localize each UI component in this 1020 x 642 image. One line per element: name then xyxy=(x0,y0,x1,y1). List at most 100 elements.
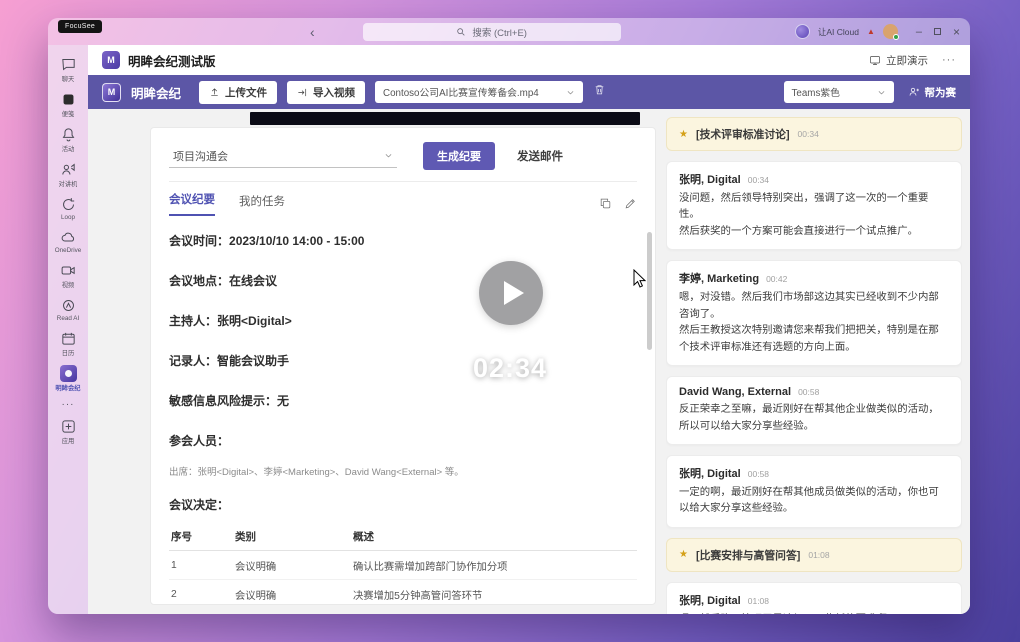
transcript-message[interactable]: 李婷, Marketing00:42 嗯，对没错。然后我们市场部这边其实已经收到… xyxy=(666,260,962,366)
chevron-down-icon xyxy=(384,151,393,160)
toolbar-app-name: 明眸会纪 xyxy=(131,83,181,102)
transcript-message[interactable]: 张明, Digital00:34 没问题，然后领导特别突出，强调了这一次的一个重… xyxy=(666,161,962,250)
transcript-message[interactable]: David Wang, External00:58 反正荣幸之至嘛，最近刚好在帮… xyxy=(666,376,962,445)
chevron-down-icon xyxy=(877,88,886,97)
sidebar-item-loop[interactable]: Loop xyxy=(49,194,87,223)
video-player-top-bar xyxy=(250,112,640,125)
delete-file-button[interactable] xyxy=(593,83,606,101)
warning-icon: ▲ xyxy=(867,27,875,36)
sidebar-item-notes[interactable]: 便笺 xyxy=(49,89,87,120)
sidebar-item-calendar[interactable]: 日历 xyxy=(49,328,87,359)
minimize-button[interactable]: – xyxy=(916,26,922,38)
bell-icon xyxy=(60,126,77,143)
chat-icon xyxy=(60,56,77,73)
upload-file-button[interactable]: 上传文件 xyxy=(199,81,277,104)
loop-icon xyxy=(60,196,77,213)
sidebar-item-onedrive[interactable]: OneDrive xyxy=(49,227,87,256)
scrollbar-thumb[interactable] xyxy=(647,232,652,350)
transcript-panel: ★ [技术评审标准讨论] 00:34 张明, Digital00:34 没问题，… xyxy=(666,117,962,614)
transcript-message[interactable]: 张明, Digital00:58 一定的啊，最近刚好在帮其他成员做类似的活动，你… xyxy=(666,455,962,528)
window-titlebar: ‹ 搜索 (Ctrl+E) 让AI Cloud ▲ – × xyxy=(48,18,970,45)
chevron-down-icon xyxy=(566,88,575,97)
play-button[interactable] xyxy=(479,261,543,325)
demo-button[interactable]: 立即演示 xyxy=(869,53,928,68)
mingmou-app-icon xyxy=(60,365,77,382)
mouse-cursor xyxy=(633,269,647,289)
upload-icon xyxy=(209,87,220,98)
cloud-app-icon[interactable] xyxy=(795,24,810,39)
read-ai-icon xyxy=(60,297,77,314)
sidebar-item-walkie-talkie[interactable]: 对讲机 xyxy=(49,159,87,190)
attendees-heading: 参会人员： xyxy=(169,432,637,449)
maximize-button[interactable] xyxy=(934,28,941,35)
decisions-heading: 会议决定： xyxy=(169,496,637,513)
avatar[interactable] xyxy=(883,24,898,39)
walkie-talkie-icon xyxy=(60,161,77,178)
cloud-app-label: 让AI Cloud xyxy=(818,26,859,38)
col-header-category: 类别 xyxy=(233,523,351,551)
search-input[interactable]: 搜索 (Ctrl+E) xyxy=(363,23,621,41)
tab-meeting-minutes[interactable]: 会议纪要 xyxy=(169,191,215,216)
col-header-no: 序号 xyxy=(169,523,233,551)
app-logo-icon: M xyxy=(102,51,120,69)
meeting-time-line: 会议时间：2023/10/10 14:00 - 15:00 xyxy=(169,232,637,249)
transcript-message[interactable]: 张明, Digital01:08 嗯，然后昨天管理层是追加了一些新的要求啊。 xyxy=(666,582,962,614)
chapter-card[interactable]: ★ [技术评审标准讨论] 00:34 xyxy=(666,117,962,151)
star-icon: ★ xyxy=(679,129,688,140)
send-email-button[interactable]: 发送邮件 xyxy=(517,148,563,164)
sidebar-item-activity[interactable]: 活动 xyxy=(49,124,87,155)
status-dot xyxy=(893,34,899,40)
play-icon xyxy=(504,281,524,305)
theme-dropdown[interactable]: Teams紫色 xyxy=(784,81,894,103)
generate-minutes-button[interactable]: 生成纪要 xyxy=(423,142,495,170)
chapter-card[interactable]: ★ [比赛安排与高管问答] 01:08 xyxy=(666,538,962,572)
video-camera-icon xyxy=(60,262,77,279)
meeting-location-line: 会议地点：在线会议 xyxy=(169,272,637,289)
decisions-table: 序号 类别 概述 1会议明确确认比赛需增加跨部门协作加分项 2会议明确决赛增加5… xyxy=(169,523,637,605)
sensitive-info-line: 敏感信息风险提示：无 xyxy=(169,392,637,409)
app-toolbar: M 明眸会纪 上传文件 导入视频 Contoso公司AI比赛宣传筹备会.mp4 xyxy=(88,75,970,109)
notes-icon xyxy=(60,91,77,108)
sidebar: 聊天 便笺 活动 对讲机 Loop OneDrive xyxy=(48,45,88,614)
import-icon xyxy=(297,87,308,98)
teams-window: ‹ 搜索 (Ctrl+E) 让AI Cloud ▲ – × 聊天 xyxy=(48,18,970,614)
col-header-summary: 概述 xyxy=(351,523,637,551)
file-dropdown[interactable]: Contoso公司AI比赛宣传筹备会.mp4 xyxy=(375,81,583,103)
meeting-minutes-panel: 项目沟通会 生成纪要 发送邮件 会议纪要 我的任务 xyxy=(150,127,656,605)
video-timestamp: 02:34 xyxy=(440,353,580,384)
tab-my-tasks[interactable]: 我的任务 xyxy=(239,193,285,216)
more-options-icon[interactable]: ··· xyxy=(942,54,956,66)
meeting-host-line: 主持人：张明<Digital> xyxy=(169,312,637,329)
calendar-icon xyxy=(60,330,77,347)
app-title: 明眸会纪测试版 xyxy=(128,51,869,70)
sidebar-item-apps[interactable]: 应用 xyxy=(49,416,87,447)
attendees-note: 出席：张明<Digital>、李婷<Marketing>、David Wang<… xyxy=(169,464,637,478)
present-icon xyxy=(869,54,881,66)
table-row: 2会议明确决赛增加5分钟高管问答环节 xyxy=(169,580,637,606)
sidebar-item-more[interactable]: ··· xyxy=(49,398,87,412)
sidebar-item-video[interactable]: 视频 xyxy=(49,260,87,291)
close-button[interactable]: × xyxy=(953,25,960,39)
star-icon: ★ xyxy=(679,549,688,560)
main-area: 项目沟通会 生成纪要 发送邮件 会议纪要 我的任务 xyxy=(88,109,970,614)
recorder-watermark: FocuSee xyxy=(58,20,102,33)
toolbar-app-icon: M xyxy=(102,83,121,102)
person-icon xyxy=(908,86,920,98)
trash-icon xyxy=(593,83,606,96)
app-header: M 明眸会纪测试版 立即演示 ··· xyxy=(88,45,970,75)
cloud-icon xyxy=(60,229,77,246)
add-app-icon xyxy=(60,418,77,435)
copy-icon[interactable] xyxy=(599,197,612,210)
search-placeholder: 搜索 (Ctrl+E) xyxy=(472,25,527,39)
search-icon xyxy=(456,27,466,37)
edit-pencil-icon[interactable] xyxy=(624,197,637,210)
more-apps-icon: ··· xyxy=(62,400,75,410)
table-row: 1会议明确确认比赛需增加跨部门协作加分项 xyxy=(169,551,637,580)
sidebar-item-mingmou-app[interactable]: 明眸会纪 xyxy=(49,363,87,394)
sidebar-item-chat[interactable]: 聊天 xyxy=(49,54,87,85)
project-dropdown[interactable]: 项目沟通会 xyxy=(169,145,397,168)
import-video-button[interactable]: 导入视频 xyxy=(287,81,365,104)
sidebar-item-read-ai[interactable]: Read AI xyxy=(49,295,87,324)
join-button[interactable]: 帮为赛 xyxy=(908,85,957,100)
back-icon[interactable]: ‹ xyxy=(310,25,315,39)
